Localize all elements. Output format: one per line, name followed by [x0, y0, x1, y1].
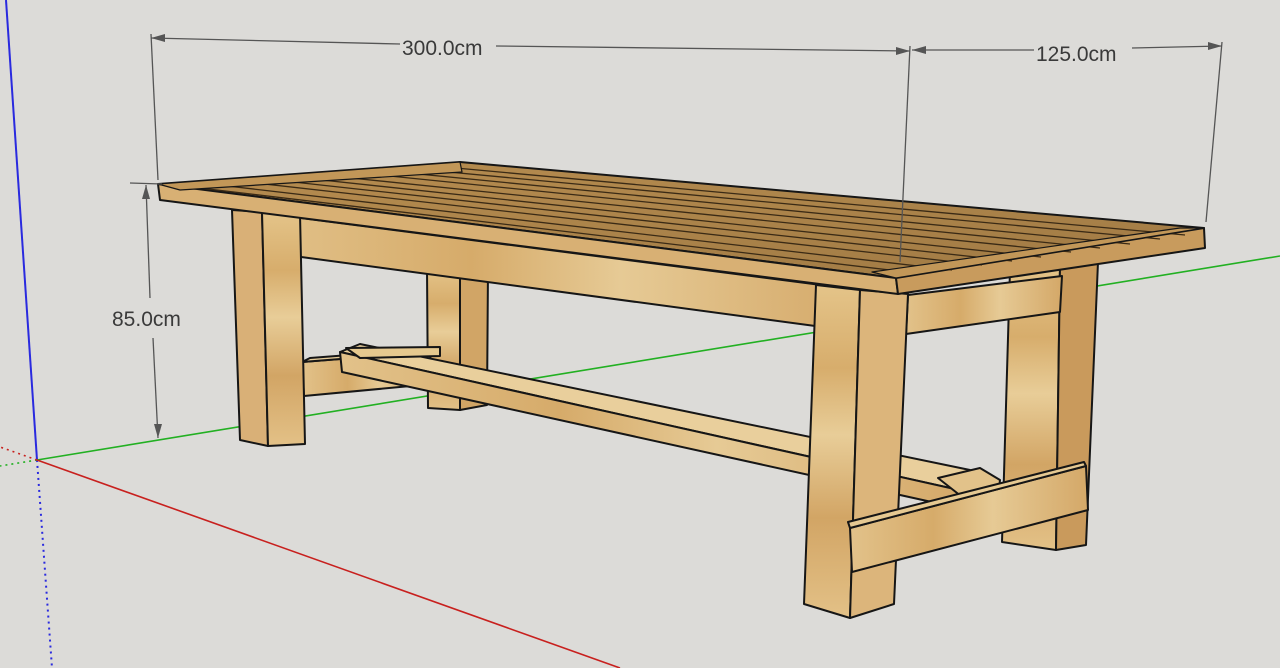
blue-axis-negative — [36, 459, 53, 668]
dimension-length-label: 300.0cm — [402, 37, 483, 60]
green-axis-negative — [0, 459, 38, 467]
red-axis — [36, 459, 621, 668]
red-axis-negative — [0, 446, 38, 461]
dimension-width — [912, 41, 1223, 223]
blue-axis — [5, 0, 38, 461]
table-model[interactable] — [157, 161, 1206, 619]
dimension-height-label: 85.0cm — [112, 308, 181, 331]
dimension-width-label: 125.0cm — [1036, 43, 1117, 66]
scene-canvas[interactable]: 300.0cm 125.0cm 85.0cm — [0, 0, 1280, 668]
leg-front-left[interactable] — [231, 209, 306, 447]
model-viewport[interactable]: 300.0cm 125.0cm 85.0cm — [0, 0, 1280, 668]
